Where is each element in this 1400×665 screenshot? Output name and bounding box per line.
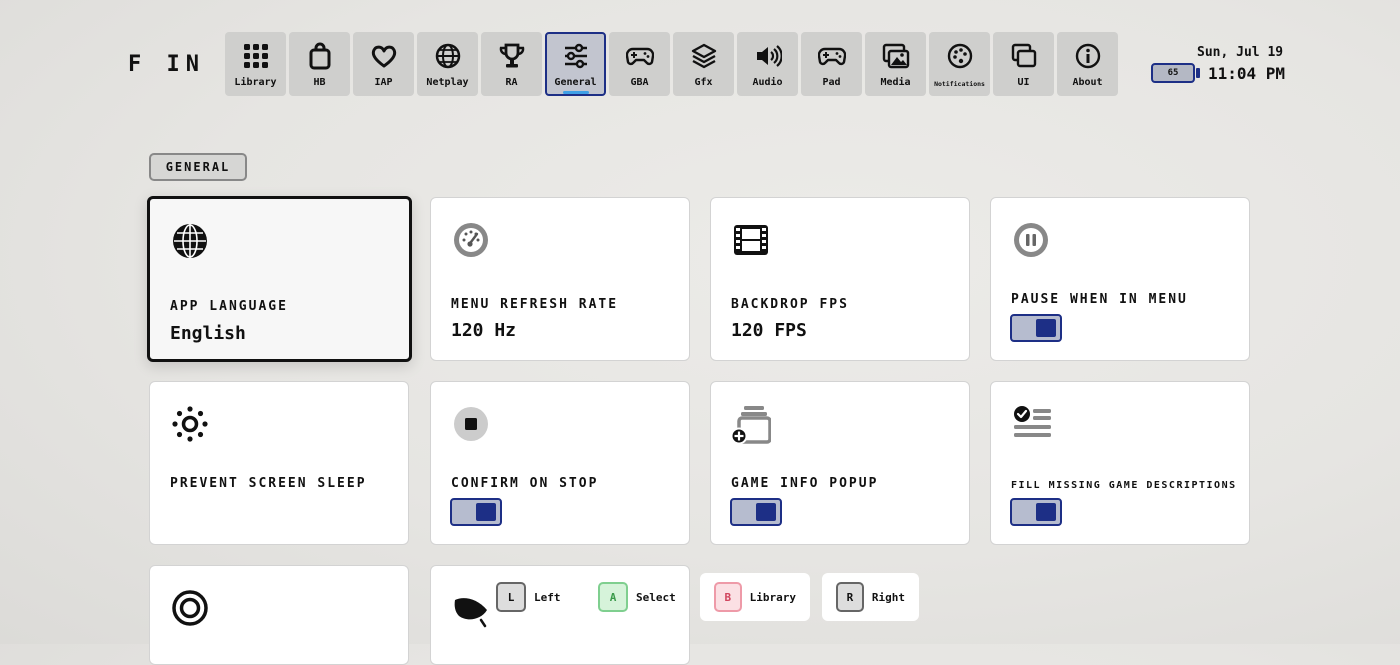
hint-select[interactable]: A Select [584, 573, 690, 621]
setting-row3-col1[interactable] [149, 565, 409, 665]
battery-tip [1196, 68, 1200, 78]
grid-icon [243, 44, 268, 68]
tab-label: IAP [374, 77, 393, 88]
setting-label: FILL MISSING GAME DESCRIPTIONS [1011, 480, 1237, 491]
hint-label: Left [534, 590, 561, 604]
tab-label: Audio [752, 77, 783, 88]
tab-label: Notifications [934, 80, 985, 88]
setting-label: BACKDROP FPS [731, 297, 849, 312]
film-icon [734, 225, 768, 255]
setting-backdrop-fps[interactable]: BACKDROP FPS 120 FPS [710, 197, 970, 361]
target-icon [172, 590, 208, 626]
checklist-icon [1014, 406, 1051, 437]
active-tab-indicator [562, 91, 589, 94]
tab-pad[interactable]: Pad [801, 32, 862, 96]
tab-label: Gfx [694, 77, 713, 88]
tab-netplay[interactable]: Netplay [417, 32, 478, 96]
date-display: Sun, Jul 19 [1197, 45, 1284, 60]
fill-missing-game-descriptions-toggle[interactable] [1010, 498, 1062, 526]
time-display: 11:04 PM [1208, 64, 1286, 83]
tab-ra[interactable]: RA [481, 32, 542, 96]
setting-label: PAUSE WHEN IN MENU [1011, 292, 1188, 307]
controller-icon [817, 47, 846, 66]
setting-label: PREVENT SCREEN SLEEP [170, 476, 367, 491]
setting-app-language[interactable]: APP LANGUAGE English [147, 196, 412, 362]
top-nav: Library HB IAP Netplay RA General GBA Gf… [225, 32, 1118, 96]
tab-label: HB [313, 77, 326, 88]
setting-value: 120 FPS [731, 320, 807, 341]
key-a: A [598, 582, 628, 612]
section-title: GENERAL [149, 153, 247, 181]
images-icon [882, 43, 909, 69]
hint-label: Select [636, 590, 676, 604]
key-l: L [496, 582, 526, 612]
hint-left[interactable]: L Left [482, 573, 575, 621]
pause-icon [1014, 223, 1048, 257]
stop-icon [454, 407, 488, 441]
layers-icon [691, 43, 716, 69]
game-info-popup-toggle[interactable] [730, 498, 782, 526]
info-icon [1075, 43, 1100, 69]
tab-gfx[interactable]: Gfx [673, 32, 734, 96]
pause-when-in-menu-toggle[interactable] [1010, 314, 1062, 342]
setting-label: APP LANGUAGE [170, 299, 288, 314]
setting-fill-missing-game-descriptions[interactable]: FILL MISSING GAME DESCRIPTIONS [990, 381, 1250, 545]
tab-label: Netplay [426, 77, 469, 88]
tab-library[interactable]: Library [225, 32, 286, 96]
confirm-on-stop-toggle[interactable] [450, 498, 502, 526]
tab-label: About [1072, 77, 1103, 88]
speaker-icon [756, 45, 782, 67]
tab-about[interactable]: About [1057, 32, 1118, 96]
windows-icon [1011, 43, 1036, 68]
toggle-knob [476, 503, 496, 521]
setting-value: English [170, 323, 246, 344]
sliders-icon [564, 43, 587, 69]
setting-pause-when-in-menu[interactable]: PAUSE WHEN IN MENU [990, 197, 1250, 361]
tab-label: UI [1017, 77, 1030, 88]
key-r: R [836, 582, 864, 612]
tab-label: General [554, 77, 597, 88]
tab-gba[interactable]: GBA [609, 32, 670, 96]
tab-general[interactable]: General [545, 32, 606, 96]
setting-label: GAME INFO POPUP [731, 476, 879, 491]
setting-confirm-on-stop[interactable]: CONFIRM ON STOP [430, 381, 690, 545]
add-stack-icon [731, 406, 771, 444]
tab-hb[interactable]: HB [289, 32, 350, 96]
globe-icon [435, 43, 460, 69]
key-b: B [714, 582, 742, 612]
setting-label: CONFIRM ON STOP [451, 476, 599, 491]
gamepad-icon [625, 47, 654, 66]
hint-label: Right [871, 590, 905, 604]
palette-icon [947, 43, 972, 69]
setting-value: 120 Hz [451, 320, 517, 341]
toggle-knob [756, 503, 776, 521]
tab-notifications[interactable]: Notifications [929, 32, 990, 96]
tab-media[interactable]: Media [865, 32, 926, 96]
toggle-knob [1036, 503, 1056, 521]
trophy-icon [499, 43, 524, 68]
sun-icon [172, 406, 208, 442]
hint-right[interactable]: R Right [822, 573, 919, 621]
tab-label: RA [505, 77, 518, 88]
heart-icon [371, 45, 396, 68]
tab-label: Media [880, 77, 911, 88]
setting-menu-refresh-rate[interactable]: MENU REFRESH RATE 120 Hz [430, 197, 690, 361]
setting-prevent-screen-sleep[interactable]: PREVENT SCREEN SLEEP [149, 381, 409, 545]
tab-label: Library [234, 77, 277, 88]
tab-ui[interactable]: UI [993, 32, 1054, 96]
globe-icon [173, 224, 207, 258]
tab-label: GBA [630, 77, 649, 88]
hint-label: Library [749, 590, 796, 604]
tab-audio[interactable]: Audio [737, 32, 798, 96]
tab-label: Pad [822, 77, 841, 88]
setting-game-info-popup[interactable]: GAME INFO POPUP [710, 381, 970, 545]
speedometer-icon [454, 223, 488, 257]
shopping-bag-icon [309, 42, 330, 70]
app-brand: F IN [128, 52, 205, 77]
setting-label: MENU REFRESH RATE [451, 297, 619, 312]
hint-library[interactable]: B Library [700, 573, 810, 621]
battery-indicator: 65 [1151, 63, 1195, 83]
toggle-knob [1036, 319, 1056, 337]
tab-iap[interactable]: IAP [353, 32, 414, 96]
